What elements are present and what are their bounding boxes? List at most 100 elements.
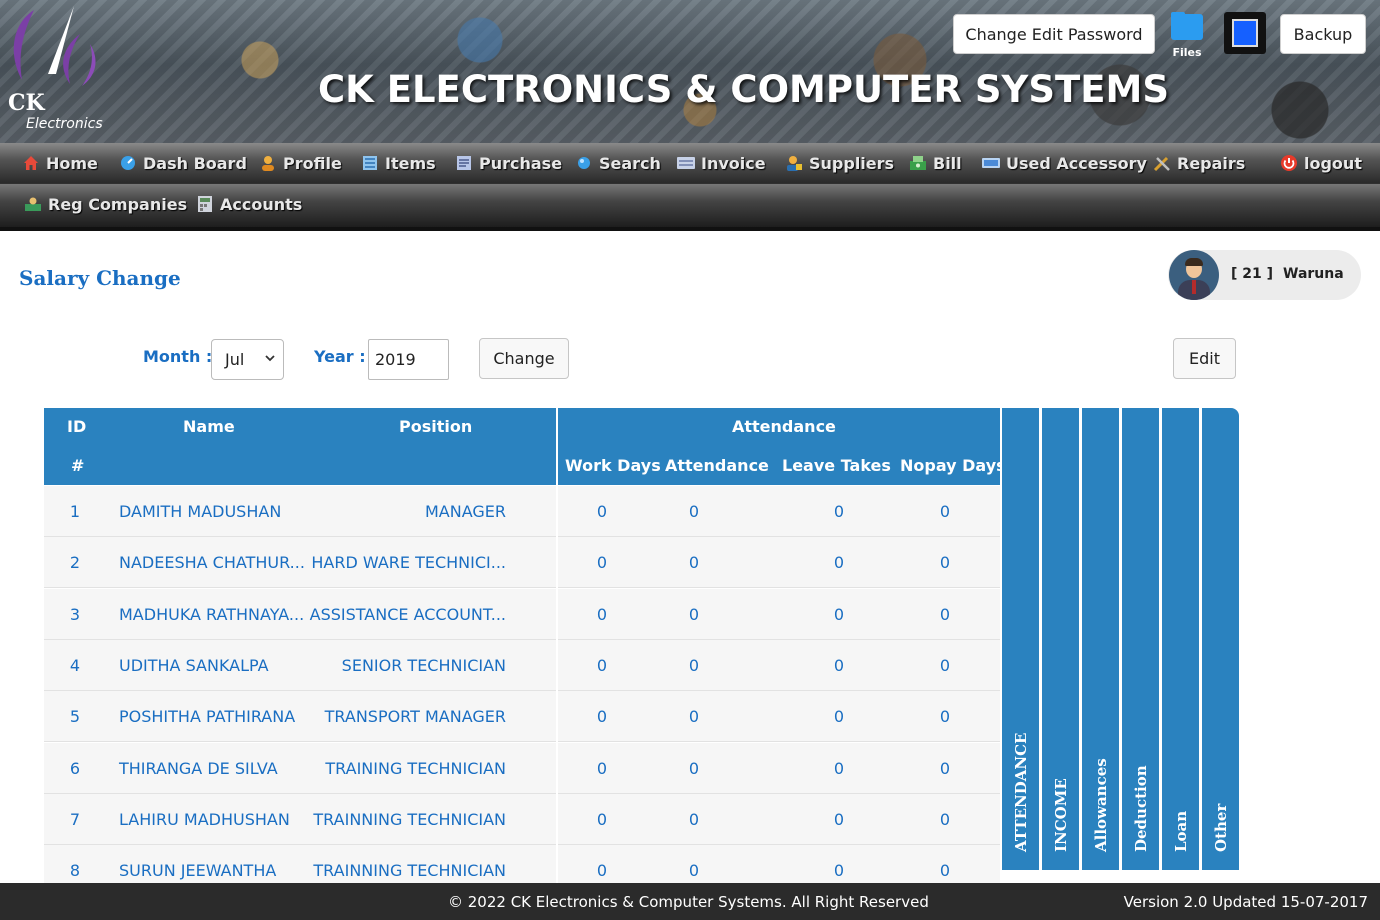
nav-bill[interactable]: Bill — [909, 151, 962, 175]
cell-attendance: 0 — [688, 707, 700, 727]
backup-button[interactable]: Backup — [1280, 14, 1366, 54]
cell-leave-takes: 0 — [833, 707, 845, 727]
year-input[interactable]: 2019 — [368, 339, 449, 380]
cell-work-days: 0 — [596, 502, 608, 521]
tab-loan[interactable]: Loan — [1162, 408, 1199, 870]
cell-name: DAMITH MADUSHAN — [119, 502, 282, 521]
tab-income[interactable]: INCOME — [1042, 408, 1079, 870]
table-row[interactable]: 7 LAHIRU MADHUSHAN TRAINNING TECHNICIAN 0 0 0… — [44, 793, 1000, 845]
edit-button[interactable]: Edit — [1173, 338, 1236, 379]
table-row[interactable]: 4 UDITHA SANKALPA SENIOR TECHNICIAN 0 0 0 0 — [44, 639, 1000, 691]
user-id: [ 21 ] — [1231, 266, 1274, 282]
user-badge[interactable]: [ 21 ] Waruna — [1168, 250, 1361, 300]
nav-profile[interactable]: Profile — [259, 151, 342, 175]
tab-attendance[interactable]: ATTENDANCE — [1002, 408, 1039, 870]
home-icon — [22, 154, 40, 172]
cell-work-days: 0 — [596, 553, 608, 573]
cell-position: SENIOR TECHNICIAN — [341, 655, 506, 675]
cell-position: TRAINNING TECHNICIAN — [313, 861, 506, 881]
screen-share-button[interactable] — [1224, 12, 1266, 54]
table-row[interactable]: 5 POSHITHA PATHIRANA TRANSPORT MANAGER 0 0 0 0 — [44, 691, 1000, 743]
purchase-icon — [455, 154, 473, 172]
salary-table: ID # Name Position Attendance Work Days … — [44, 408, 1000, 883]
change-edit-password-button[interactable]: Change Edit Password — [953, 14, 1155, 54]
year-label: Year : — [314, 347, 366, 366]
cell-name: UDITHA SANKALPA — [119, 655, 269, 675]
cell-position: TRAINING TECHNICIAN — [325, 758, 506, 778]
change-button[interactable]: Change — [479, 338, 569, 379]
nav-used-accessory[interactable]: Used Accessory — [982, 151, 1147, 175]
cell-id: 5 — [69, 707, 81, 727]
items-icon — [361, 154, 379, 172]
nav-row-1: Home Dash Board Profile Items Purchase S… — [0, 143, 1380, 183]
cell-name: POSHITHA PATHIRANA — [119, 707, 296, 727]
tab-deduction[interactable]: Deduction — [1122, 408, 1159, 870]
cell-id: 4 — [69, 655, 81, 675]
nav-used-accessory-label: Used Accessory — [1006, 153, 1147, 173]
accessory-icon — [982, 154, 1000, 172]
company-logo: CK Electronics — [4, 4, 108, 136]
table-row[interactable]: 8 SURUN JEEWANTHA TRAINNING TECHNICIAN 0 0 0 0 — [44, 845, 1000, 883]
cell-leave-takes: 0 — [833, 553, 845, 573]
nav-items[interactable]: Items — [361, 151, 436, 175]
nav-search[interactable]: Search — [575, 151, 661, 175]
nav-invoice[interactable]: Invoice — [677, 151, 766, 175]
cell-nopay-days: 0 — [939, 861, 951, 881]
row-divider — [556, 691, 558, 743]
tab-attendance-label: ATTENDANCE — [1012, 732, 1030, 852]
cell-leave-takes: 0 — [833, 502, 845, 521]
cell-position: MANAGER — [424, 502, 506, 521]
cell-attendance: 0 — [688, 809, 700, 829]
cell-attendance: 0 — [688, 553, 700, 573]
header-hash: # — [71, 456, 85, 475]
table-row[interactable]: 1 DAMITH MADUSHAN MANAGER 0 0 0 0 — [44, 486, 1000, 537]
invoice-icon — [677, 154, 695, 172]
month-value: Jul — [225, 350, 245, 369]
nav-repairs[interactable]: Repairs — [1153, 151, 1245, 175]
nav-suppliers-label: Suppliers — [809, 153, 895, 173]
row-divider — [556, 793, 558, 845]
cell-nopay-days: 0 — [939, 707, 951, 727]
footer-version: Version 2.0 Updated 15-07-2017 — [1123, 893, 1368, 911]
nav-reg-companies[interactable]: Reg Companies — [24, 192, 187, 216]
cell-work-days: 0 — [596, 707, 608, 727]
files-button[interactable]: Files — [1170, 12, 1204, 60]
table-row[interactable]: 3 MADHUKA RATHNAYA... ASSISTANCE ACCOUNT..… — [44, 588, 1000, 640]
chevron-down-icon — [264, 352, 276, 368]
cell-nopay-days: 0 — [939, 604, 951, 624]
row-divider — [556, 845, 558, 883]
nav-home[interactable]: Home — [22, 151, 98, 175]
nav-suppliers[interactable]: Suppliers — [785, 151, 894, 175]
nav-dashboard-label: Dash Board — [143, 153, 247, 173]
nav-items-label: Items — [385, 153, 436, 173]
cell-nopay-days: 0 — [939, 553, 951, 573]
cell-name: MADHUKA RATHNAYA... — [119, 604, 305, 624]
cell-work-days: 0 — [596, 861, 608, 881]
month-select[interactable]: Jul — [211, 339, 284, 380]
cell-attendance: 0 — [688, 861, 700, 881]
logo-text-ck: CK — [8, 90, 45, 116]
nav-logout[interactable]: logout — [1280, 151, 1362, 175]
cell-position: ASSISTANCE ACCOUNT... — [309, 604, 506, 624]
cell-name: THIRANGA DE SILVA — [119, 758, 278, 778]
nav-logout-label: logout — [1304, 153, 1362, 173]
user-name: Waruna — [1283, 266, 1344, 282]
cell-id: 1 — [69, 502, 81, 521]
nav-repairs-label: Repairs — [1177, 153, 1246, 173]
nav-dashboard[interactable]: Dash Board — [119, 151, 247, 175]
tab-allowances[interactable]: Allowances — [1082, 408, 1119, 870]
table-row[interactable]: 2 NADEESHA CHATHUR... HARD WARE TECHNICI..… — [44, 537, 1000, 589]
nav-purchase[interactable]: Purchase — [455, 151, 562, 175]
header-banner: CK Electronics CK ELECTRONICS & COMPUTER… — [0, 0, 1380, 143]
tab-loan-label: Loan — [1172, 810, 1190, 852]
table-row[interactable]: 6 THIRANGA DE SILVA TRAINING TECHNICIAN 0 0 0… — [44, 742, 1000, 794]
bill-icon — [909, 154, 927, 172]
search-icon — [575, 154, 593, 172]
nav-search-label: Search — [599, 153, 661, 173]
cell-name: SURUN JEEWANTHA — [119, 861, 277, 881]
cell-nopay-days: 0 — [939, 502, 951, 521]
tab-deduction-label: Deduction — [1132, 765, 1150, 852]
dashboard-icon — [119, 154, 137, 172]
nav-accounts[interactable]: Accounts — [196, 192, 302, 216]
tab-other[interactable]: Other — [1202, 408, 1239, 870]
